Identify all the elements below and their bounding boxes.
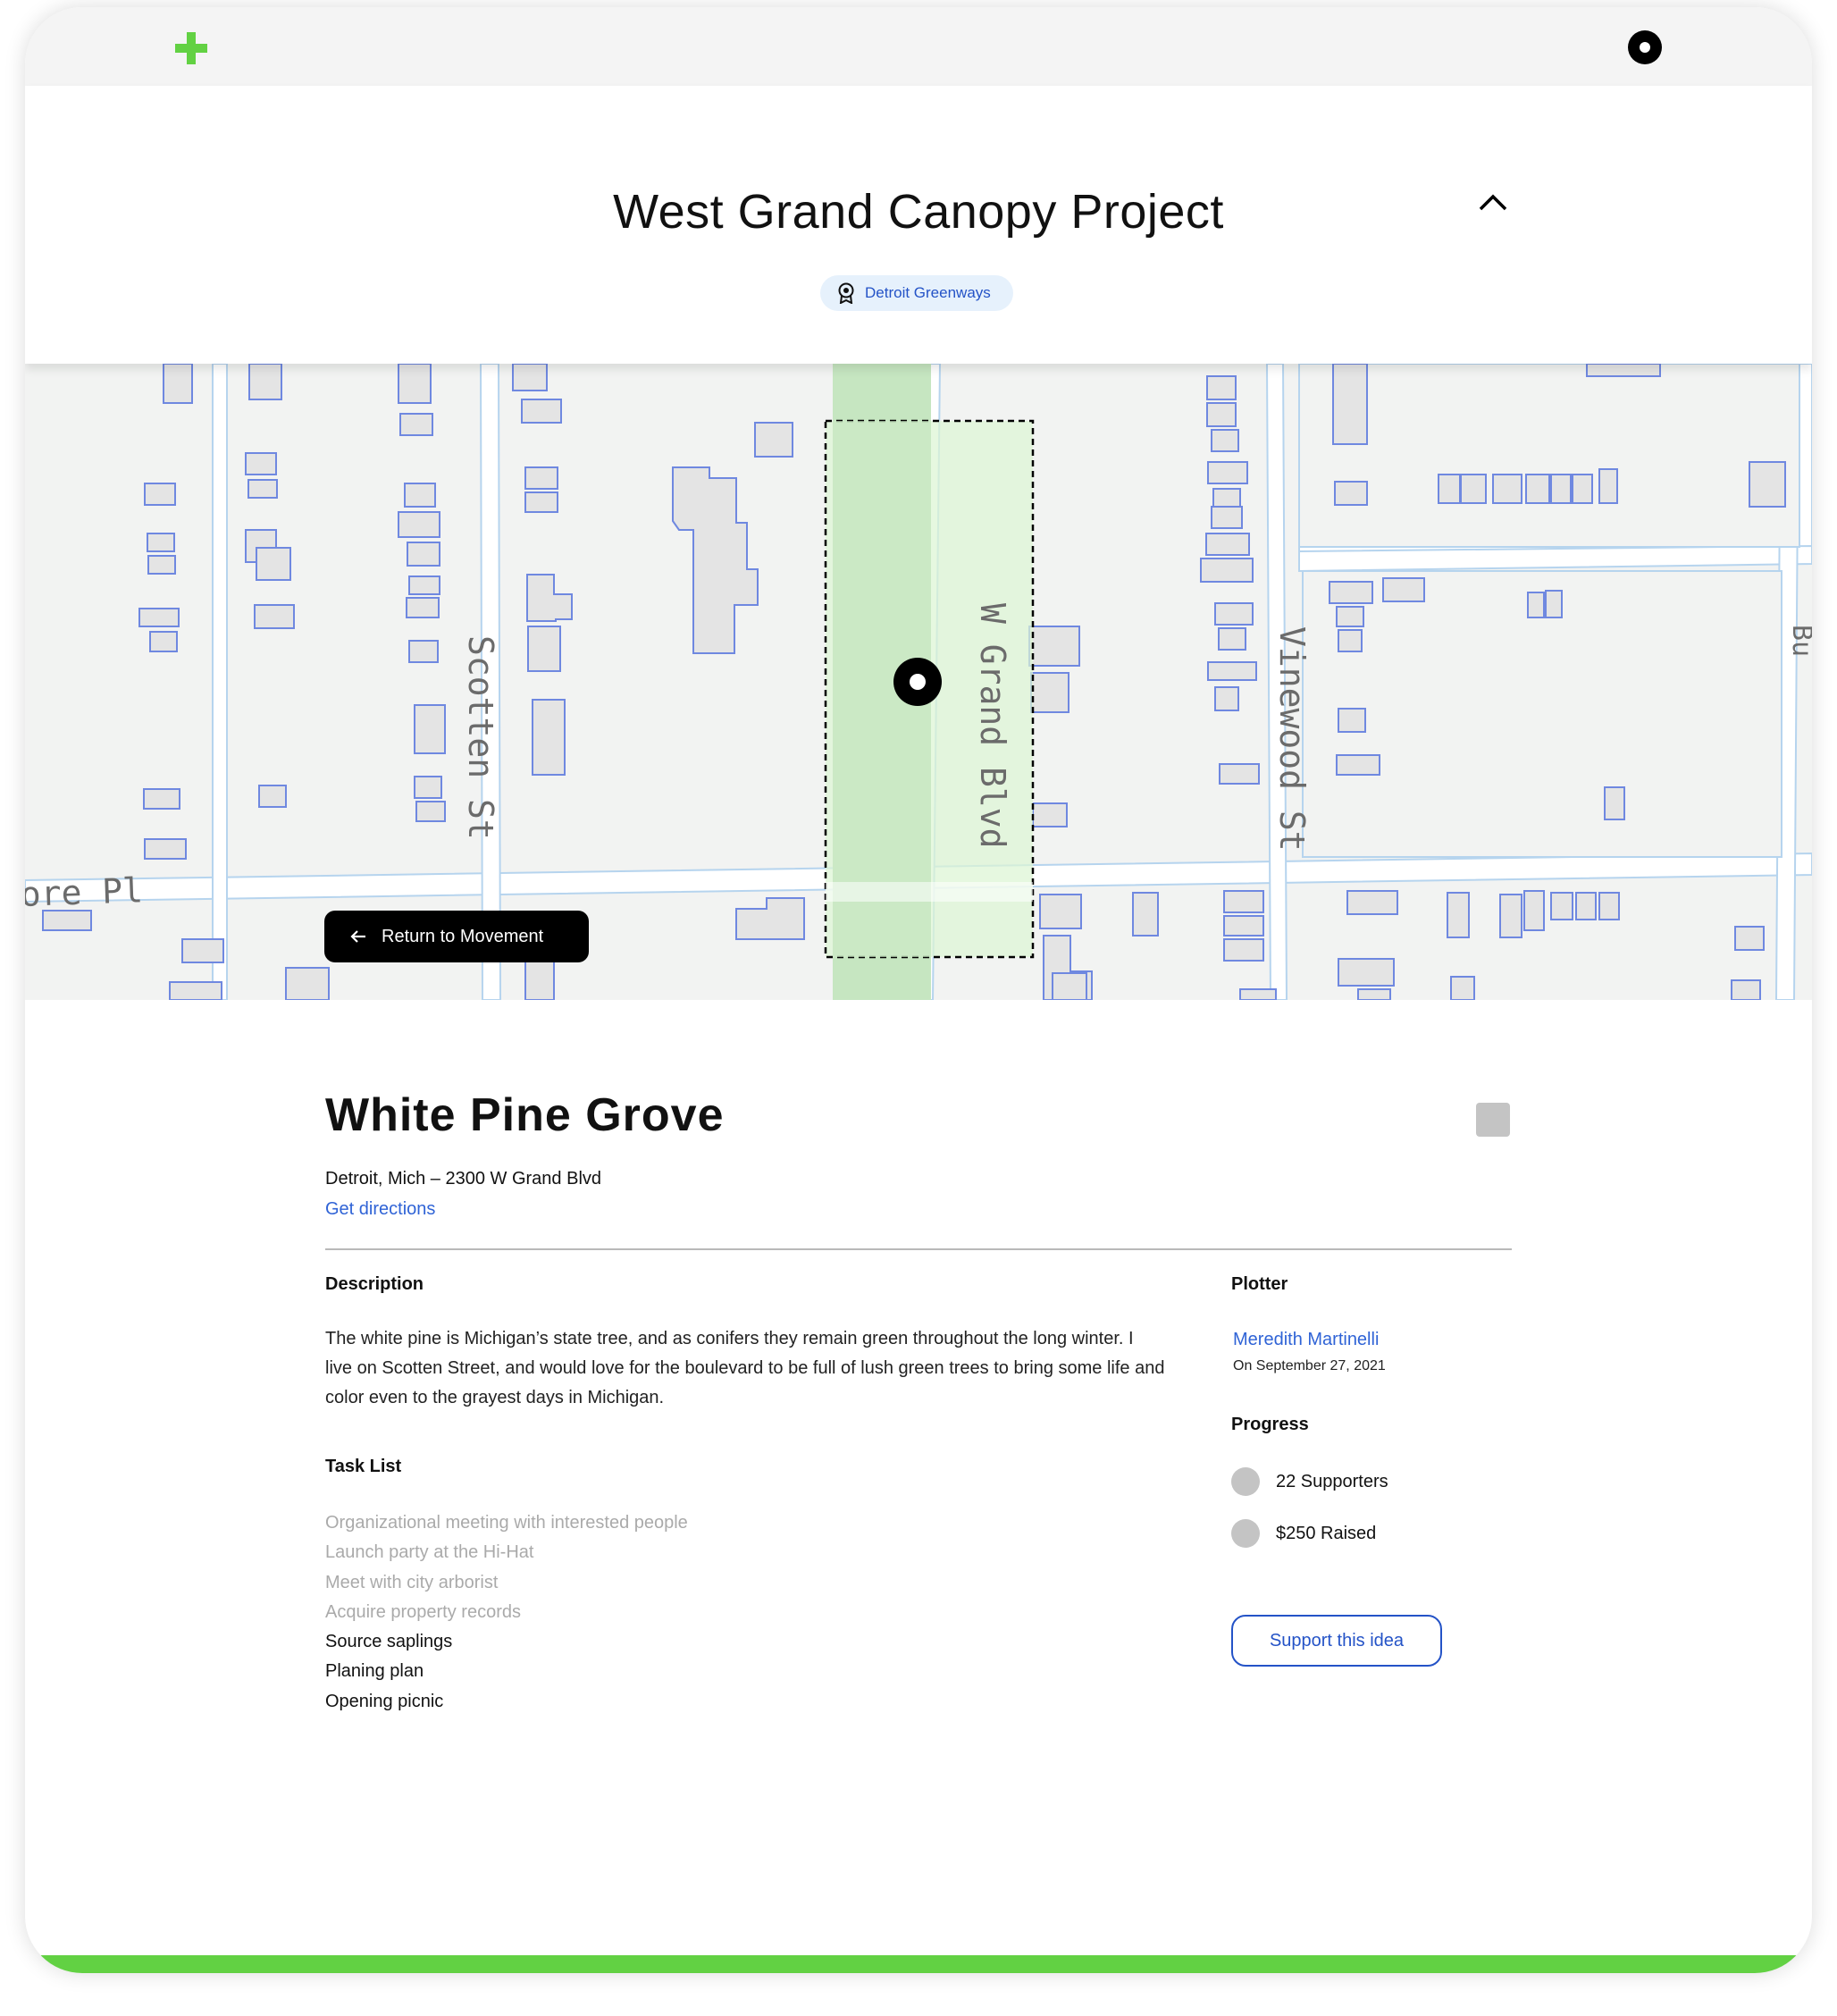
task-list: Organizational meeting with interested p… [325,1508,688,1717]
location-marker-icon[interactable] [893,658,942,706]
divider [325,1248,1512,1250]
site-title: White Pine Grove [325,1089,725,1141]
description-text: The white pine is Michigan’s state tree,… [325,1329,1165,1407]
return-to-movement-button[interactable]: Return to Movement [324,911,589,962]
task-item: Meet with city arborist [325,1572,499,1592]
organization-badge[interactable]: Detroit Greenways [820,275,1013,311]
task-item: Opening picnic [325,1691,444,1711]
task-item: Launch party at the Hi-Hat [325,1542,534,1563]
task-item: Acquire property records [325,1601,521,1622]
bottom-accent-bar [25,1955,1812,1973]
task-item: Planing plan [325,1661,424,1682]
raised-stat: $250 Raised [1231,1519,1376,1548]
organization-label: Detroit Greenways [865,284,991,301]
plotter-heading: Plotter [1231,1274,1288,1294]
map[interactable]: W Grand Blvd Scotten St Vinewood St ore … [25,364,1812,1000]
supporters-icon [1231,1467,1260,1496]
raised-amount: $250 Raised [1276,1523,1377,1543]
project-title: West Grand Canopy Project [613,185,1224,239]
bookmark-icon[interactable] [1476,1103,1510,1137]
project-header: West Grand Canopy Project Detroit Greenw… [25,86,1812,364]
chevron-up-icon[interactable] [1478,191,1508,213]
task-item: Organizational meeting with interested p… [325,1513,688,1533]
plotter-date: On September 27, 2021 [1233,1358,1386,1373]
return-label: Return to Movement [382,926,544,946]
plus-icon[interactable] [173,30,209,66]
site-address: Detroit, Mich – 2300 W Grand Blvd [325,1169,602,1189]
description-heading: Description [325,1274,424,1294]
arrow-left-icon [350,930,365,943]
plotter-name-link[interactable]: Meredith Martinelli [1233,1330,1379,1350]
app-window: West Grand Canopy Project Detroit Greenw… [25,7,1812,1973]
street-label-edge: Bu [1786,625,1812,658]
raised-icon [1231,1519,1260,1548]
progress-heading: Progress [1231,1415,1309,1434]
support-idea-button[interactable]: Support this idea [1231,1615,1442,1667]
top-bar [25,7,1812,86]
task-item: Source saplings [325,1632,453,1652]
task-list-heading: Task List [325,1457,402,1476]
street-label-vinewood: Vinewood St [1272,626,1312,852]
supporters-count: 22 Supporters [1276,1471,1388,1491]
user-icon[interactable] [1628,30,1662,64]
street-label-scotten: Scotten St [461,635,500,840]
get-directions-link[interactable]: Get directions [325,1199,435,1220]
street-label-moore: ore Pl [25,870,144,914]
award-icon [838,282,854,304]
supporters-stat: 22 Supporters [1231,1467,1388,1496]
street-label-w-grand: W Grand Blvd [973,603,1012,849]
